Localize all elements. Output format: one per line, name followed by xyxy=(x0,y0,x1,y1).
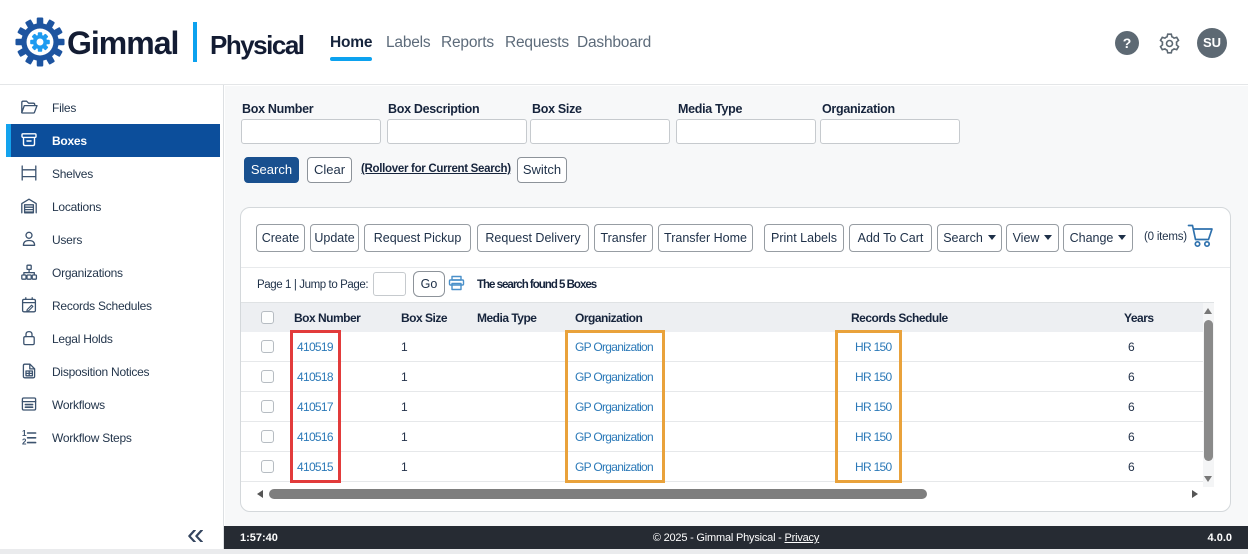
svg-text:2: 2 xyxy=(22,438,27,447)
